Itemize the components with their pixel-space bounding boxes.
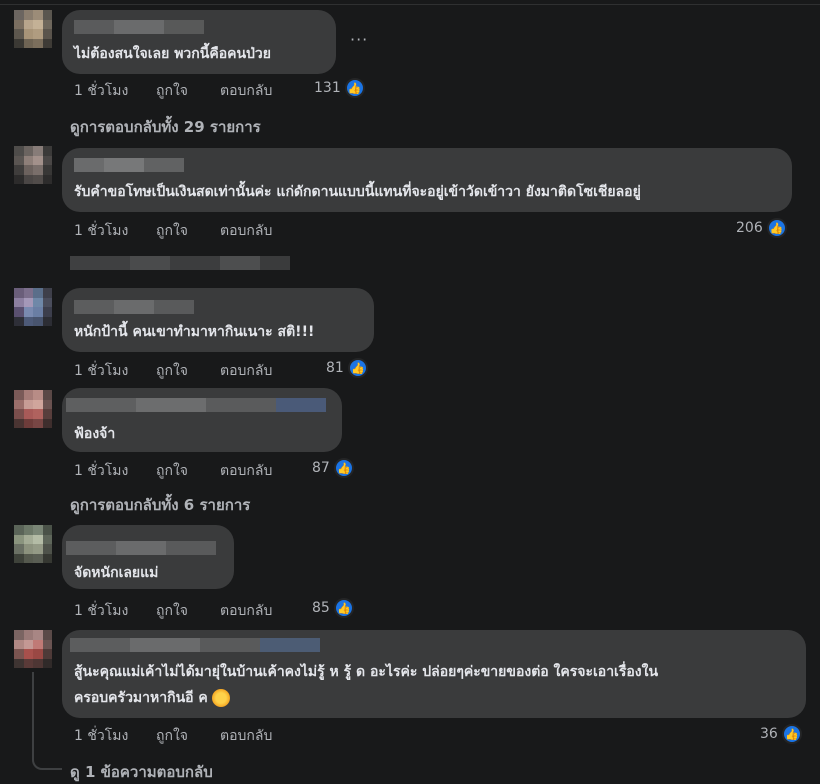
timestamp[interactable]: 1 ชั่วโมง — [74, 220, 128, 242]
comment-text: หนักป้านี้ คนเขาทำมาหากินเนาะ สติ!!! — [74, 324, 315, 340]
reaction-number: 81 — [326, 360, 344, 376]
commenter-name[interactable] — [66, 541, 216, 555]
reaction-number: 85 — [312, 600, 330, 616]
commenter-name[interactable] — [66, 398, 326, 412]
top-divider — [0, 4, 820, 5]
comment-actions: 1 ชั่วโมง ถูกใจ ตอบกลับ — [74, 725, 314, 745]
reaction-number: 131 — [314, 80, 341, 96]
more-options-icon[interactable]: ··· — [350, 30, 368, 49]
like-link[interactable]: ถูกใจ — [156, 220, 188, 242]
comment-bubble: รับคำขอโทษเป็นเงินสดเท่านั้นค่ะ แก่ดักดา… — [62, 148, 792, 212]
timestamp[interactable]: 1 ชั่วโมง — [74, 360, 128, 382]
comment-actions: 1 ชั่วโมง ถูกใจ ตอบกลับ — [74, 460, 314, 480]
reaction-number: 206 — [736, 220, 763, 236]
comment-actions: 1 ชั่วโมง ถูกใจ ตอบกลับ — [74, 600, 314, 620]
comment-text: ไม่ต้องสนใจเลย พวกนี้คือคนป่วย — [74, 46, 271, 62]
reaction-count[interactable]: 87 👍 — [312, 458, 354, 478]
thread-connector — [32, 672, 62, 770]
blurred-reply-link[interactable] — [70, 256, 290, 270]
comment-bubble: ฟ้องจ้า — [62, 388, 342, 452]
comment-actions: 1 ชั่วโมง ถูกใจ ตอบกลับ — [74, 360, 314, 380]
view-replies-link[interactable]: ดูการตอบกลับทั้ง 6 รายการ — [70, 493, 250, 517]
avatar[interactable] — [14, 630, 52, 668]
view-replies-link[interactable]: ดู 1 ข้อความตอบกลับ — [70, 760, 213, 784]
sun-emoji-icon — [211, 689, 230, 707]
reply-link[interactable]: ตอบกลับ — [220, 725, 272, 747]
reaction-count[interactable]: 36 👍 — [760, 724, 802, 744]
comment-actions: 1 ชั่วโมง ถูกใจ ตอบกลับ — [74, 220, 314, 240]
comment-bubble: หนักป้านี้ คนเขาทำมาหากินเนาะ สติ!!! — [62, 288, 374, 352]
view-replies-link[interactable]: ดูการตอบกลับทั้ง 29 รายการ — [70, 115, 261, 139]
reply-link[interactable]: ตอบกลับ — [220, 220, 272, 242]
like-link[interactable]: ถูกใจ — [156, 80, 188, 102]
comment-text: จัดหนักเลยแม่ — [74, 565, 159, 581]
timestamp[interactable]: 1 ชั่วโมง — [74, 460, 128, 482]
comment-actions: 1 ชั่วโมง ถูกใจ ตอบกลับ — [74, 80, 314, 100]
like-link[interactable]: ถูกใจ — [156, 360, 188, 382]
reply-link[interactable]: ตอบกลับ — [220, 460, 272, 482]
timestamp[interactable]: 1 ชั่วโมง — [74, 600, 128, 622]
avatar[interactable] — [14, 288, 52, 326]
comment-text: รับคำขอโทษเป็นเงินสดเท่านั้นค่ะ แก่ดักดา… — [74, 184, 641, 200]
avatar[interactable] — [14, 525, 52, 563]
thumbs-up-icon: 👍 — [347, 358, 368, 378]
thumbs-up-icon: 👍 — [781, 724, 802, 744]
comment-text: ครอบครัวมาหากินอี ค — [74, 686, 230, 710]
reply-link[interactable]: ตอบกลับ — [220, 600, 272, 622]
commenter-name[interactable] — [70, 638, 320, 652]
comment-bubble: ไม่ต้องสนใจเลย พวกนี้คือคนป่วย — [62, 10, 336, 74]
thumbs-up-icon: 👍 — [344, 78, 365, 98]
avatar[interactable] — [14, 146, 52, 184]
reaction-number: 87 — [312, 460, 330, 476]
like-link[interactable]: ถูกใจ — [156, 600, 188, 622]
reply-link[interactable]: ตอบกลับ — [220, 360, 272, 382]
reaction-number: 36 — [760, 726, 778, 742]
reaction-count[interactable]: 85 👍 — [312, 598, 354, 618]
reaction-count[interactable]: 131 👍 — [314, 78, 365, 98]
comment-bubble: สู้นะคุณแม่เค้าไม่ได้มายุ่ในบ้านเค้าคงไม… — [62, 630, 806, 718]
thumbs-up-icon: 👍 — [333, 598, 354, 618]
thumbs-up-icon: 👍 — [333, 458, 354, 478]
avatar[interactable] — [14, 10, 52, 48]
timestamp[interactable]: 1 ชั่วโมง — [74, 725, 128, 747]
comment-text-line2: ครอบครัวมาหากินอี ค — [74, 690, 208, 706]
commenter-name[interactable] — [74, 300, 194, 314]
like-link[interactable]: ถูกใจ — [156, 725, 188, 747]
avatar[interactable] — [14, 390, 52, 428]
comment-text: สู้นะคุณแม่เค้าไม่ได้มายุ่ในบ้านเค้าคงไม… — [74, 664, 659, 680]
commenter-name[interactable] — [74, 158, 184, 172]
comment-bubble: จัดหนักเลยแม่ — [62, 525, 234, 589]
timestamp[interactable]: 1 ชั่วโมง — [74, 80, 128, 102]
reply-link[interactable]: ตอบกลับ — [220, 80, 272, 102]
comment-text: ฟ้องจ้า — [74, 426, 116, 442]
commenter-name[interactable] — [74, 20, 204, 34]
reaction-count[interactable]: 206 👍 — [736, 218, 787, 238]
thumbs-up-icon: 👍 — [766, 218, 787, 238]
like-link[interactable]: ถูกใจ — [156, 460, 188, 482]
reaction-count[interactable]: 81 👍 — [326, 358, 368, 378]
